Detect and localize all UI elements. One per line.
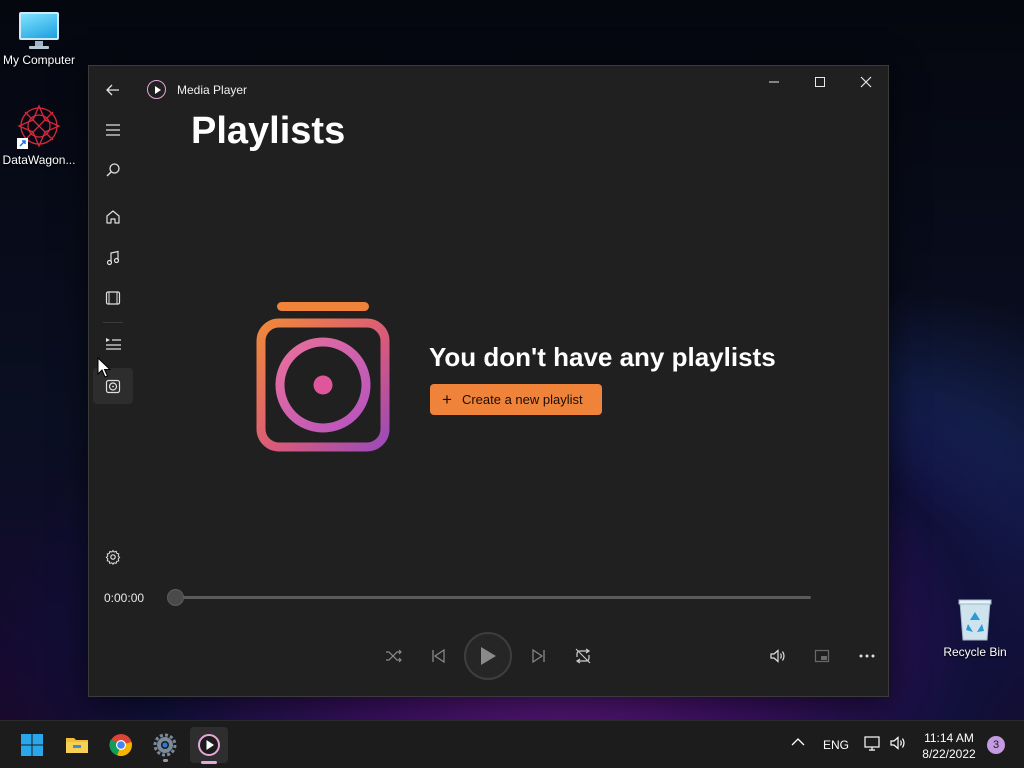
- create-playlist-label: Create a new playlist: [461, 392, 583, 407]
- back-button[interactable]: [93, 72, 133, 108]
- maximize-icon: [815, 77, 825, 87]
- taskbar: ENG 11:14 AM 8/22/2022 3: [0, 720, 1024, 768]
- clock-date: 8/22/2022: [922, 747, 976, 761]
- datawagon-logo-icon: [15, 104, 63, 150]
- volume-button[interactable]: [760, 640, 796, 672]
- running-indicator: [163, 759, 168, 762]
- volume-tray-icon[interactable]: [889, 735, 909, 753]
- create-playlist-button[interactable]: + Create a new playlist: [430, 384, 602, 415]
- clock[interactable]: 11:14 AM 8/22/2022: [916, 730, 982, 762]
- empty-state-message: You don't have any playlists: [429, 342, 776, 372]
- empty-playlist-illustration: [255, 299, 391, 453]
- sidebar-item-home[interactable]: [93, 199, 133, 235]
- clock-time: 11:14 AM: [924, 731, 974, 745]
- notification-badge[interactable]: 3: [987, 736, 1005, 754]
- volume-icon: [770, 649, 785, 663]
- shuffle-icon: [386, 649, 402, 663]
- recycle-bin-icon: [956, 598, 994, 642]
- shuffle-button[interactable]: [376, 640, 412, 672]
- window-title: Media Player: [177, 83, 248, 97]
- menu-button[interactable]: [93, 112, 133, 148]
- seek-bar[interactable]: [175, 596, 811, 599]
- taskbar-chrome[interactable]: [102, 727, 140, 763]
- next-button[interactable]: [521, 640, 557, 672]
- mouse-cursor-icon: [97, 357, 111, 378]
- chrome-icon: [109, 734, 132, 757]
- gear-icon: [105, 549, 121, 565]
- sidebar-item-music[interactable]: [93, 240, 133, 276]
- desktop-icon-datawagon[interactable]: DataWagon...: [0, 104, 78, 167]
- desktop-icon-label: My Computer: [2, 53, 76, 67]
- page-title: Playlists: [191, 110, 346, 152]
- desktop-icon-label: DataWagon...: [2, 153, 76, 167]
- minimize-icon: [769, 81, 779, 83]
- mini-player-icon: [814, 649, 830, 663]
- title-bar[interactable]: Media Player: [89, 66, 888, 114]
- desktop-icon-my-computer[interactable]: My Computer: [0, 10, 78, 67]
- active-app-indicator: [201, 761, 217, 764]
- film-icon: [105, 291, 121, 305]
- previous-button[interactable]: [420, 640, 456, 672]
- close-button[interactable]: [843, 66, 889, 98]
- taskbar-file-explorer[interactable]: [58, 727, 96, 763]
- hamburger-icon: [106, 124, 120, 136]
- back-arrow-icon: [106, 84, 119, 96]
- queue-icon: [105, 338, 121, 350]
- search-icon: [106, 163, 120, 177]
- seek-thumb[interactable]: [167, 589, 184, 606]
- desktop-icon-recycle-bin[interactable]: Recycle Bin: [936, 598, 1014, 659]
- sidebar-item-video[interactable]: [93, 280, 133, 316]
- repeat-button[interactable]: [565, 640, 601, 672]
- computer-icon: [17, 10, 61, 50]
- previous-icon: [432, 648, 445, 664]
- language-indicator[interactable]: ENG: [823, 738, 849, 752]
- music-note-icon: [106, 250, 120, 266]
- taskbar-settings[interactable]: [146, 727, 184, 763]
- network-icon[interactable]: [864, 735, 884, 753]
- show-hidden-icons-button[interactable]: [790, 735, 812, 755]
- chevron-up-icon: [791, 738, 805, 746]
- plus-icon: +: [442, 390, 452, 409]
- sidebar-divider: [103, 322, 123, 323]
- minimize-button[interactable]: [751, 66, 797, 98]
- media-player-window: Media Player Playlists You don't have an…: [88, 65, 889, 697]
- play-icon: [481, 647, 496, 665]
- search-button[interactable]: [93, 152, 133, 188]
- media-player-logo-icon: [147, 80, 166, 99]
- desktop-icon-label: Recycle Bin: [943, 645, 1007, 659]
- close-icon: [860, 76, 872, 88]
- taskbar-media-player[interactable]: [190, 727, 228, 764]
- settings-gear-icon: [153, 733, 177, 757]
- mini-player-button[interactable]: [804, 640, 840, 672]
- start-button[interactable]: [13, 727, 51, 763]
- media-player-icon: [198, 734, 220, 756]
- next-icon: [532, 648, 545, 664]
- playback-position: 0:00:00: [104, 591, 145, 605]
- more-options-button[interactable]: [849, 640, 885, 672]
- playlist-icon: [105, 379, 121, 394]
- play-button[interactable]: [464, 632, 512, 680]
- repeat-icon: [575, 648, 591, 664]
- home-icon: [106, 210, 120, 224]
- sidebar-item-settings[interactable]: [93, 539, 133, 575]
- windows-logo-icon: [21, 734, 43, 756]
- maximize-button[interactable]: [797, 66, 843, 98]
- sidebar: [89, 66, 137, 596]
- folder-icon: [66, 738, 88, 753]
- more-options-icon: [859, 654, 875, 658]
